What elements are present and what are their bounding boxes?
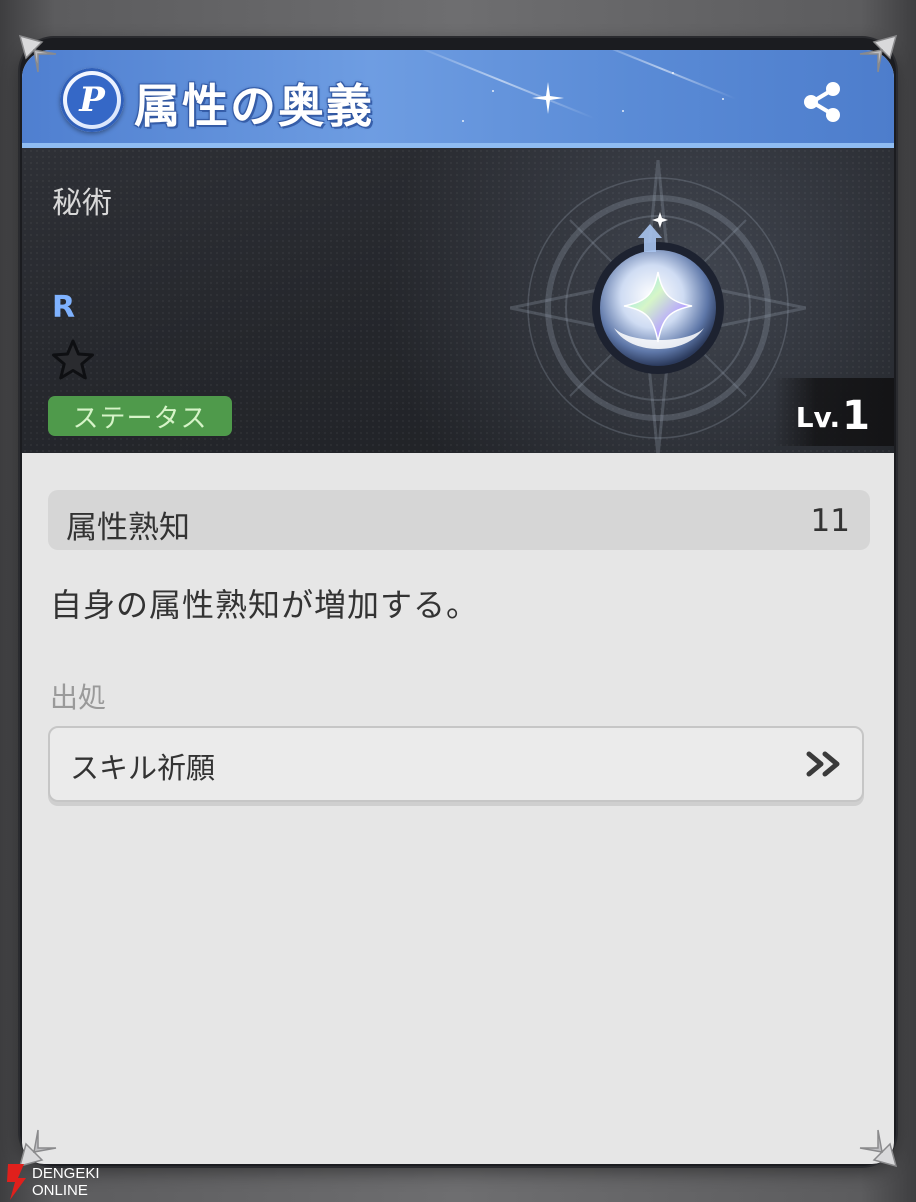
header-decoration xyxy=(492,90,494,92)
card-header: P 属性の奥義 xyxy=(22,50,894,148)
corner-ornament-icon xyxy=(859,1129,898,1168)
header-decoration xyxy=(722,98,724,100)
header-decoration xyxy=(462,120,464,122)
corner-ornament-icon xyxy=(859,34,898,73)
double-chevron-right-icon xyxy=(806,751,840,777)
svg-text:ONLINE: ONLINE xyxy=(32,1182,88,1199)
source-link-label: スキル祈願 xyxy=(70,751,216,785)
stat-row: 属性熟知 11 xyxy=(48,490,870,550)
item-detail-card: P 属性の奥義 秘術 R ステータス Lv. 1 属性熟知 11 自身の属性熟知… xyxy=(22,50,894,1164)
header-decoration xyxy=(672,72,674,74)
status-badge: ステータス xyxy=(48,396,232,436)
level-indicator: Lv. 1 xyxy=(774,378,894,446)
share-icon[interactable] xyxy=(798,78,846,126)
passive-type-letter: P xyxy=(67,75,117,125)
header-decoration xyxy=(587,50,737,100)
header-decoration xyxy=(408,50,596,120)
sparkle-icon xyxy=(532,82,564,114)
svg-text:DENGEKI: DENGEKI xyxy=(32,1165,100,1182)
item-description: 自身の属性熟知が増加する。 xyxy=(50,586,480,624)
rarity-label: R xyxy=(52,290,76,325)
page-title: 属性の奥義 xyxy=(134,79,374,133)
item-category: 秘術 xyxy=(52,186,112,221)
header-decoration xyxy=(622,110,624,112)
passive-type-icon: P xyxy=(60,68,124,132)
level-value: 1 xyxy=(842,393,870,439)
item-banner: 秘術 R ステータス Lv. 1 xyxy=(22,148,894,453)
stat-value: 11 xyxy=(810,503,850,539)
source-section-label: 出処 xyxy=(50,681,107,714)
corner-ornament-icon xyxy=(18,34,57,73)
dengeki-online-logo: DENGEKI ONLINE xyxy=(7,1164,100,1200)
star-outline-icon xyxy=(52,339,94,380)
skill-emblem-icon xyxy=(510,160,806,453)
level-prefix: Lv. xyxy=(795,401,841,434)
stat-name: 属性熟知 xyxy=(66,510,190,546)
source-link-button[interactable]: スキル祈願 xyxy=(48,726,864,802)
